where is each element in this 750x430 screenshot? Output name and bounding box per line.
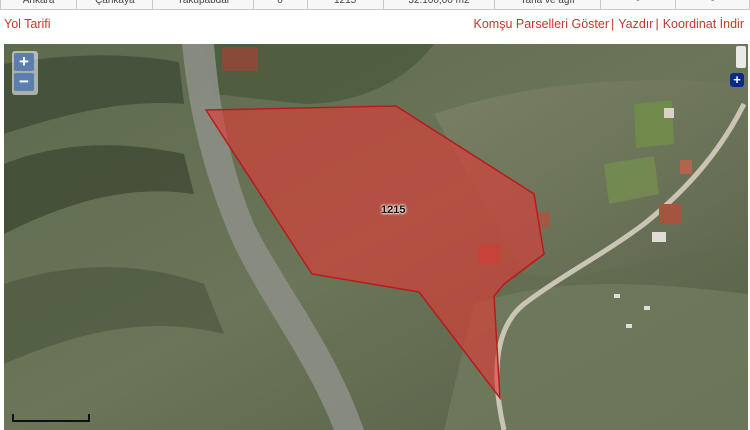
cell-extra-2: - <box>675 0 750 10</box>
cell-neighborhood: Yakupabdal <box>152 0 254 10</box>
parcel-info-row: Ankara Çankaya Yakupabdal 0 1215 32.100,… <box>0 0 750 10</box>
satellite-map[interactable]: 1215 + − + <box>4 44 748 430</box>
layer-add-icon[interactable]: + <box>730 73 744 87</box>
parcel-number-label: 1215 <box>381 204 406 216</box>
right-link-group: Komşu Parselleri Göster | Yazdır | Koordinat… <box>474 17 744 31</box>
link-separator: | <box>655 17 659 31</box>
zoom-control: + − <box>12 51 38 95</box>
print-link[interactable]: Yazdır <box>618 17 653 31</box>
cell-quality: Tarla ve ağıl <box>494 0 601 10</box>
cell-province: Ankara <box>0 0 78 10</box>
cell-parcel: 1215 <box>306 0 384 10</box>
link-separator: | <box>610 17 615 31</box>
zoom-in-icon[interactable]: + <box>14 53 34 71</box>
action-link-bar: Yol Tarifi Komşu Parselleri Göster | Yazdı… <box>0 16 750 36</box>
directions-link[interactable]: Yol Tarifi <box>4 17 51 31</box>
show-neighbors-link[interactable]: Komşu Parselleri Göster <box>474 17 609 31</box>
cell-extra-1: - <box>599 0 677 10</box>
download-coordinates-link[interactable]: Koordinat İndir <box>663 17 744 31</box>
cell-block: 0 <box>252 0 308 10</box>
map-scrollbar-thumb[interactable] <box>736 46 746 68</box>
zoom-out-icon[interactable]: − <box>14 73 34 91</box>
satellite-imagery <box>4 44 748 430</box>
scale-bar <box>12 414 90 422</box>
cell-district: Çankaya <box>76 0 154 10</box>
cell-area: 32.100,00 m2 <box>382 0 496 10</box>
